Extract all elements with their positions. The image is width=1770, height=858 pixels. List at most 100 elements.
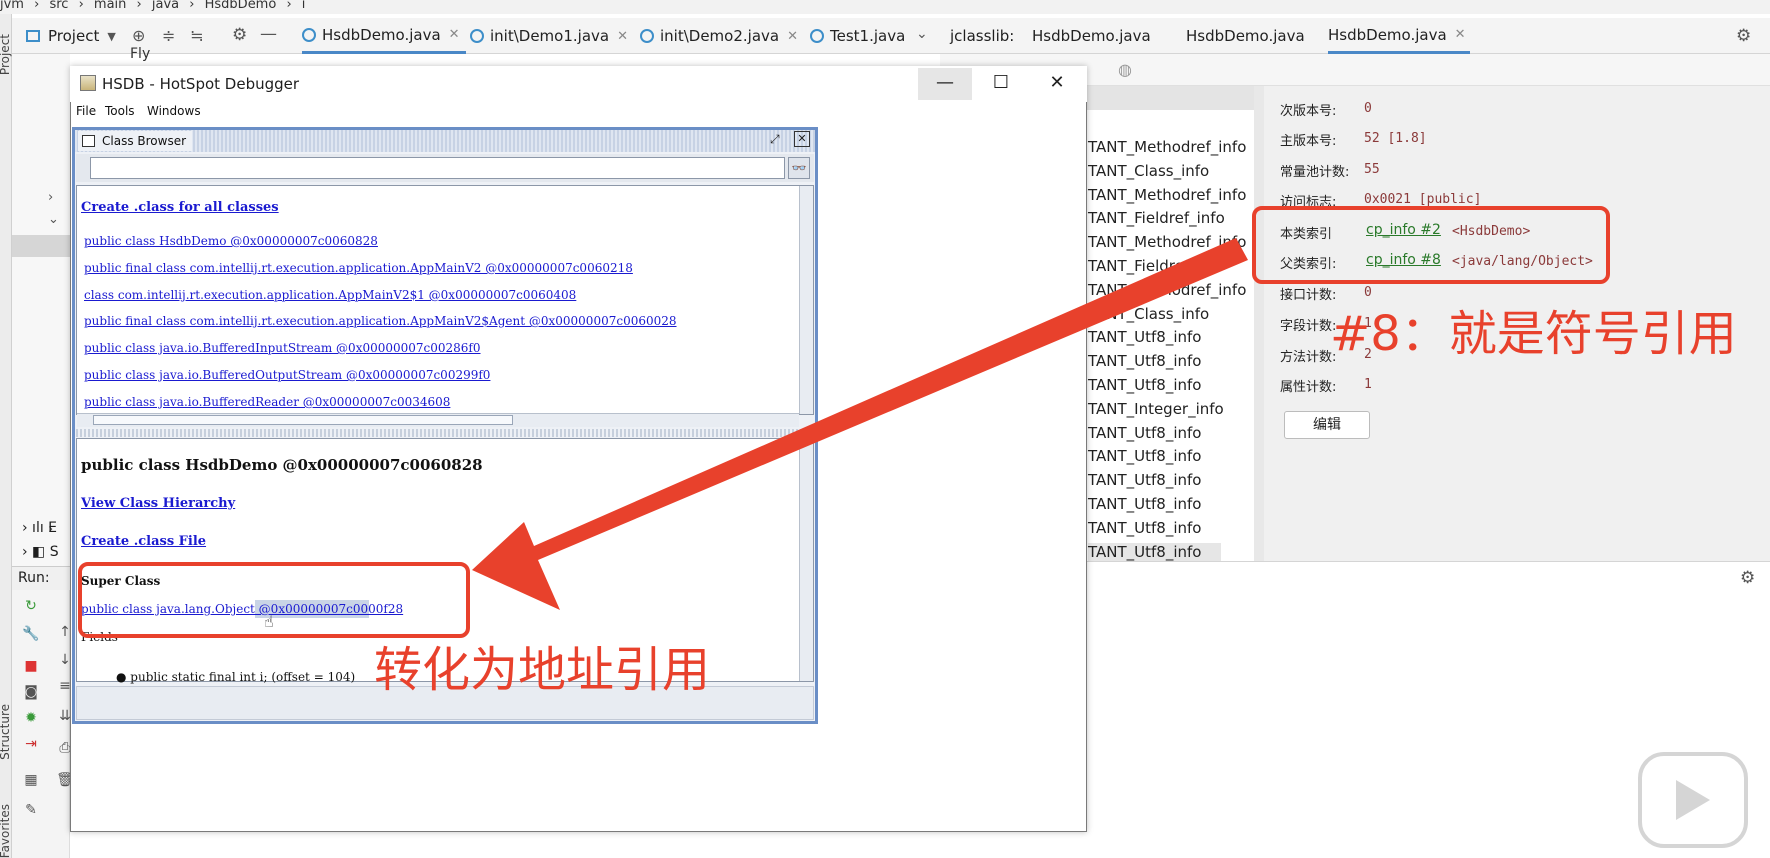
wrench-icon[interactable]: 🔧	[22, 626, 40, 644]
tab-hsdbdemo-java[interactable]: HsdbDemo.java ✕	[302, 18, 466, 54]
class-link[interactable]: public class java.io.BufferedOutputStrea…	[84, 368, 490, 382]
tree-item-s[interactable]: › ◧ S	[22, 544, 59, 560]
tree-expand-arrow[interactable]: ›	[48, 190, 53, 205]
class-link[interactable]: public class java.io.BufferedInputStream…	[84, 341, 481, 355]
constant-pool-item[interactable]: TANT_Utf8_info	[1088, 471, 1201, 489]
gear-icon[interactable]: ⚙	[1740, 568, 1755, 588]
constant-pool-item[interactable]: TANT_Utf8_info	[1088, 495, 1201, 513]
favorites-tool-label[interactable]: Favorites	[0, 804, 12, 858]
jclasslib-tab[interactable]: HsdbDemo.java	[1186, 18, 1305, 54]
constant-pool-item[interactable]: TANT_Methodref_info	[1088, 233, 1246, 251]
breadcrumb-item[interactable]: main	[94, 0, 126, 12]
constant-pool-scrollbar[interactable]	[1254, 86, 1264, 561]
minor-version-value: 0	[1364, 101, 1372, 116]
close-icon[interactable]: ✕	[787, 29, 798, 44]
method-count-label: 方法计数:	[1280, 350, 1337, 365]
structure-tool-label[interactable]: Structure	[0, 704, 12, 760]
cp-count-label: 常量池计数:	[1280, 165, 1350, 180]
breadcrumb-item[interactable]: src	[49, 0, 68, 12]
camera-icon[interactable]: ◙	[22, 684, 40, 702]
project-view-selector[interactable]: Project ▼	[26, 18, 116, 54]
run-tool-buttons: ↻ 🔧 ■ ◙ ✹ ⇥ ▦ ✎ ↑ ↓ ≡ ⇊ ⎙ 🗑	[12, 590, 74, 858]
frame-buttons: ⤢ ✕	[760, 131, 814, 150]
pin-icon[interactable]: ✎	[22, 802, 40, 820]
breadcrumb-item[interactable]: HsdbDemo	[205, 0, 277, 12]
constant-pool-item[interactable]: TANT_Fieldref_info	[1088, 257, 1225, 275]
pane-splitter[interactable]	[76, 429, 814, 437]
create-all-classes-link[interactable]: Create .class for all classes	[81, 200, 279, 215]
field-count-label: 字段计数:	[1280, 319, 1337, 334]
collapse-all-icon[interactable]: ≒	[190, 26, 203, 45]
create-class-file-link[interactable]: Create .class File	[81, 534, 206, 549]
attribute-count-value: 1	[1364, 377, 1372, 392]
edit-button[interactable]: 编辑	[1284, 411, 1370, 439]
constant-pool-item[interactable]: TANT_Fieldref_info	[1088, 209, 1225, 227]
tab-demo1-java[interactable]: init\Demo1.java ✕	[470, 18, 628, 54]
constant-pool-item[interactable]: TANT_Utf8_info	[1088, 328, 1201, 346]
close-button[interactable]: ✕	[1030, 68, 1084, 100]
jclasslib-tab-active[interactable]: HsdbDemo.java ✕	[1328, 18, 1470, 54]
class-link[interactable]: public class java.io.BufferedReader @0x0…	[84, 395, 450, 409]
tab-test1-java[interactable]: Test1.java	[810, 18, 905, 54]
project-tool-label[interactable]: Project	[0, 34, 12, 75]
close-icon[interactable]: ✕	[794, 131, 810, 147]
debug-icon[interactable]: ✹	[22, 710, 40, 728]
menu-tools[interactable]: Tools	[105, 104, 135, 118]
constant-pool-item[interactable]: TANT_Class_info	[1088, 305, 1209, 323]
expand-all-icon[interactable]: ≑	[162, 26, 175, 45]
rerun-icon[interactable]: ↻	[22, 598, 40, 616]
minimize-button[interactable]: —	[918, 68, 972, 100]
breadcrumb-item[interactable]: i	[302, 0, 306, 12]
maximize-button[interactable]: ☐	[974, 68, 1028, 100]
tree-item-fly[interactable]: Fly	[130, 46, 150, 62]
jclasslib-tab[interactable]: HsdbDemo.java	[1032, 18, 1151, 54]
menu-file[interactable]: File	[76, 104, 96, 118]
class-detail-vertical-scrollbar[interactable]	[799, 439, 813, 681]
constant-pool-item[interactable]: TANT_Utf8_info	[1088, 424, 1201, 442]
breadcrumb-item[interactable]: java	[152, 0, 179, 12]
close-icon[interactable]: ✕	[1455, 27, 1466, 42]
target-icon[interactable]: ⊕	[132, 26, 145, 45]
class-link[interactable]: public final class com.intellij.rt.execu…	[84, 261, 633, 275]
stop-icon[interactable]: ■	[22, 658, 40, 676]
gear-icon[interactable]: ⚙	[1736, 26, 1751, 46]
constant-pool-tree	[1070, 86, 1268, 561]
constant-pool-item[interactable]: TANT_Integer_info	[1088, 400, 1224, 418]
menu-windows[interactable]: Windows	[147, 104, 201, 118]
constant-pool-item[interactable]: TANT_Class_info	[1088, 162, 1209, 180]
class-link[interactable]: public class HsdbDemo @0x00000007c006082…	[84, 234, 378, 248]
breadcrumb-item[interactable]: jvm	[0, 0, 24, 12]
constant-pool-item[interactable]: TANT_Utf8_info	[1088, 542, 1222, 561]
hide-icon[interactable]: —	[260, 24, 277, 44]
class-list-vertical-scrollbar[interactable]	[799, 186, 813, 414]
restore-icon[interactable]: ⤢	[770, 132, 780, 147]
exit-icon[interactable]: ⇥	[22, 736, 40, 754]
constant-pool-item[interactable]: TANT_Methodref_info	[1088, 138, 1246, 156]
tree-expand-arrow[interactable]: ⌄	[48, 212, 59, 227]
tab-demo2-java[interactable]: init\Demo2.java ✕	[640, 18, 798, 54]
java-cup-icon	[80, 75, 96, 91]
constant-pool-item[interactable]: TANT_Methodref_info	[1088, 186, 1246, 204]
horizontal-scroll-thumb[interactable]	[93, 415, 513, 425]
tree-item-e[interactable]: › ılı E	[22, 520, 57, 536]
constant-pool-item[interactable]: TANT_Utf8_info	[1088, 519, 1201, 537]
binoculars-icon[interactable]: 👓	[788, 157, 810, 179]
constant-pool-item[interactable]: TANT_Methodref_info	[1088, 281, 1246, 299]
breadcrumb-separator: ›	[136, 0, 142, 12]
class-link[interactable]: class com.intellij.rt.execution.applicat…	[84, 288, 576, 302]
constant-pool-item[interactable]: TANT_Utf8_info	[1088, 352, 1201, 370]
globe-icon[interactable]: ◍	[1118, 60, 1132, 79]
gear-icon[interactable]: ⚙	[232, 25, 247, 45]
constant-pool-item[interactable]: TANT_Utf8_info	[1088, 376, 1201, 394]
view-class-hierarchy-link[interactable]: View Class Hierarchy	[81, 496, 235, 511]
class-search-input[interactable]	[90, 157, 785, 179]
java-class-icon	[302, 27, 316, 42]
interface-count-label: 接口计数:	[1280, 288, 1337, 303]
layout-icon[interactable]: ▦	[22, 772, 40, 790]
chevron-down-icon[interactable]: ⌄	[916, 26, 928, 42]
constant-pool-item[interactable]: TANT_Utf8_info	[1088, 447, 1201, 465]
close-icon[interactable]: ✕	[617, 29, 628, 44]
class-link[interactable]: public final class com.intellij.rt.execu…	[84, 314, 677, 328]
close-icon[interactable]: ✕	[449, 27, 460, 42]
tree-selected-row[interactable]	[12, 235, 70, 257]
